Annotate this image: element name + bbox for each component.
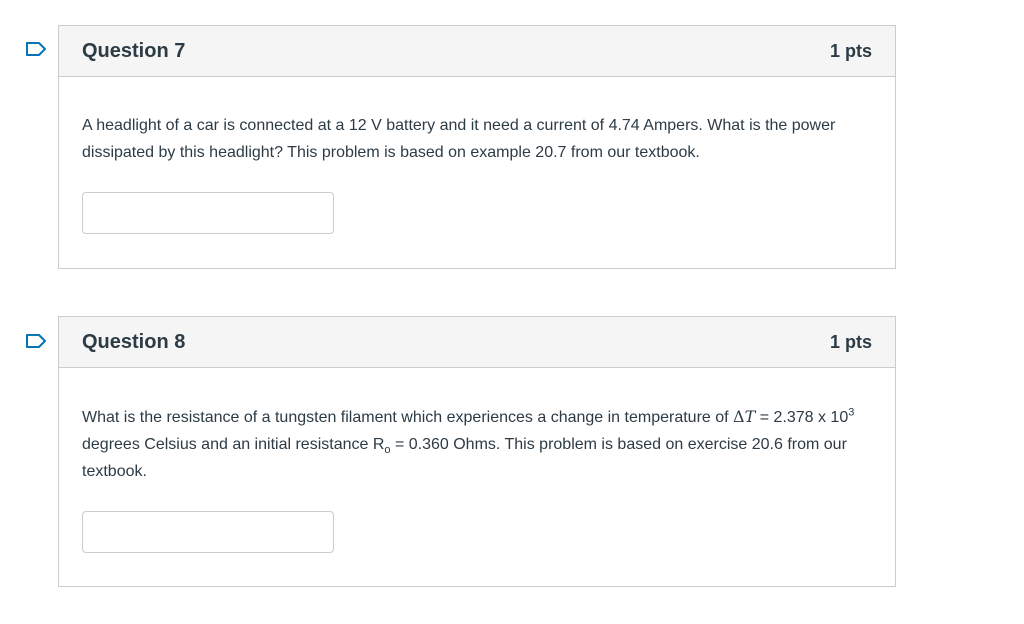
exponent: 3 [848,406,855,419]
question-7-card: Question 7 1 pts A headlight of a car is… [58,25,896,269]
question-text-part: degrees Celsius and an initial resistanc… [82,436,385,453]
question-8-card: Question 8 1 pts What is the resistance … [58,316,896,587]
question-header: Question 8 1 pts [59,317,895,368]
answer-input[interactable] [82,192,334,234]
question-title: Question 8 [82,330,186,353]
question-points: 1 pts [829,40,872,61]
question-body: What is the resistance of a tungsten fil… [59,368,895,553]
flag-icon[interactable] [25,333,47,349]
question-body: A headlight of a car is connected at a 1… [59,77,895,234]
question-text-part: What is the resistance of a tungsten fil… [82,409,734,426]
question-text: A headlight of a car is connected at a 1… [82,117,836,161]
flag-icon[interactable] [25,41,47,57]
answer-input[interactable] [82,511,334,553]
delta-t-symbol: ΔT [733,407,756,426]
question-title: Question 7 [82,39,186,62]
question-text: What is the resistance of a tungsten fil… [82,403,872,485]
question-header: Question 7 1 pts [59,26,895,77]
question-points: 1 pts [829,331,872,352]
question-text-part: = 2.378 x 10 [755,409,849,426]
